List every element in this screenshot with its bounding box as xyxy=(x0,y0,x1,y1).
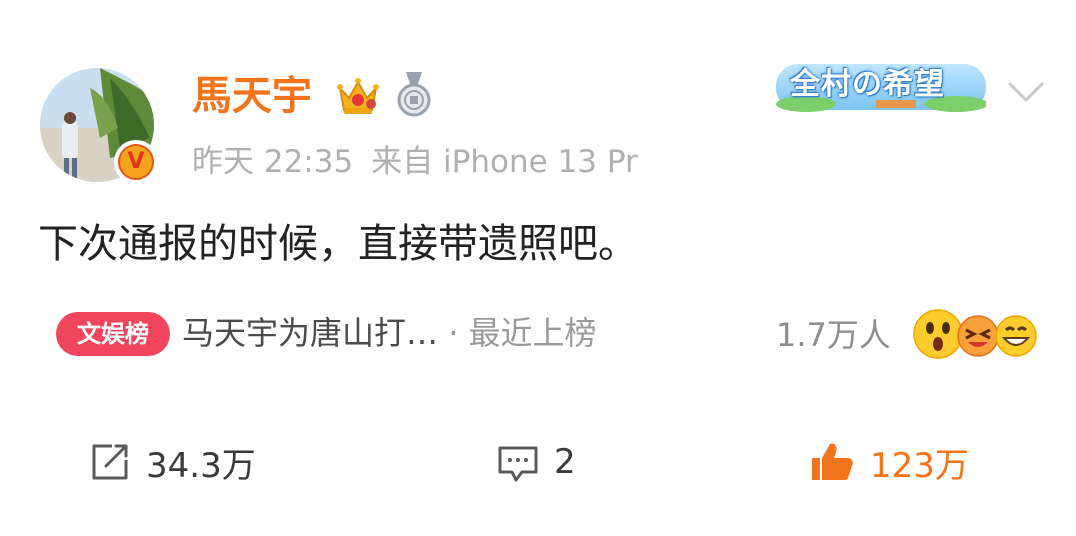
like-button[interactable]: 123万 xyxy=(808,438,969,486)
trending-topic-label: 马天宇为唐山打… xyxy=(182,314,439,352)
like-count: 123万 xyxy=(870,445,969,486)
trending-tag[interactable]: 文娱榜 xyxy=(56,312,170,356)
comment-count: 2 xyxy=(554,442,576,482)
post-time: 昨天 22:35 xyxy=(192,144,354,180)
crown-icon[interactable] xyxy=(336,74,380,118)
author-name[interactable]: 馬天宇 xyxy=(192,68,312,124)
post-meta: 昨天 22:35 来自 iPhone 13 Pr xyxy=(192,142,638,182)
surprised-emoji-icon xyxy=(913,309,963,359)
laughing-emoji-icon xyxy=(957,315,999,357)
repost-button[interactable]: 34.3万 xyxy=(88,438,256,486)
verified-v-icon: V xyxy=(118,144,154,180)
trending-status: 最近上榜 xyxy=(468,314,597,352)
trending-separator: · xyxy=(448,314,459,352)
chevron-down-icon[interactable] xyxy=(1006,78,1046,106)
repost-count: 34.3万 xyxy=(146,445,256,486)
trending-count: 1.7万人 xyxy=(776,316,891,354)
thumbs-up-icon xyxy=(812,443,853,480)
post-source[interactable]: 来自 iPhone 13 Pr xyxy=(371,144,638,180)
banner-text: 全村の希望 xyxy=(790,67,945,102)
repost-icon xyxy=(92,444,128,480)
grinning-emoji-icon xyxy=(995,315,1037,357)
verified-badge: V xyxy=(114,140,158,184)
medal-icon[interactable] xyxy=(396,70,432,118)
trending-topic[interactable]: 马天宇为唐山打… · 最近上榜 xyxy=(182,310,597,356)
comment-icon xyxy=(498,446,538,482)
reaction-emojis[interactable] xyxy=(910,306,1042,362)
post-content: 下次通报的时候，直接带遗照吧。 xyxy=(38,221,638,267)
comment-button[interactable]: 2 xyxy=(496,438,576,486)
